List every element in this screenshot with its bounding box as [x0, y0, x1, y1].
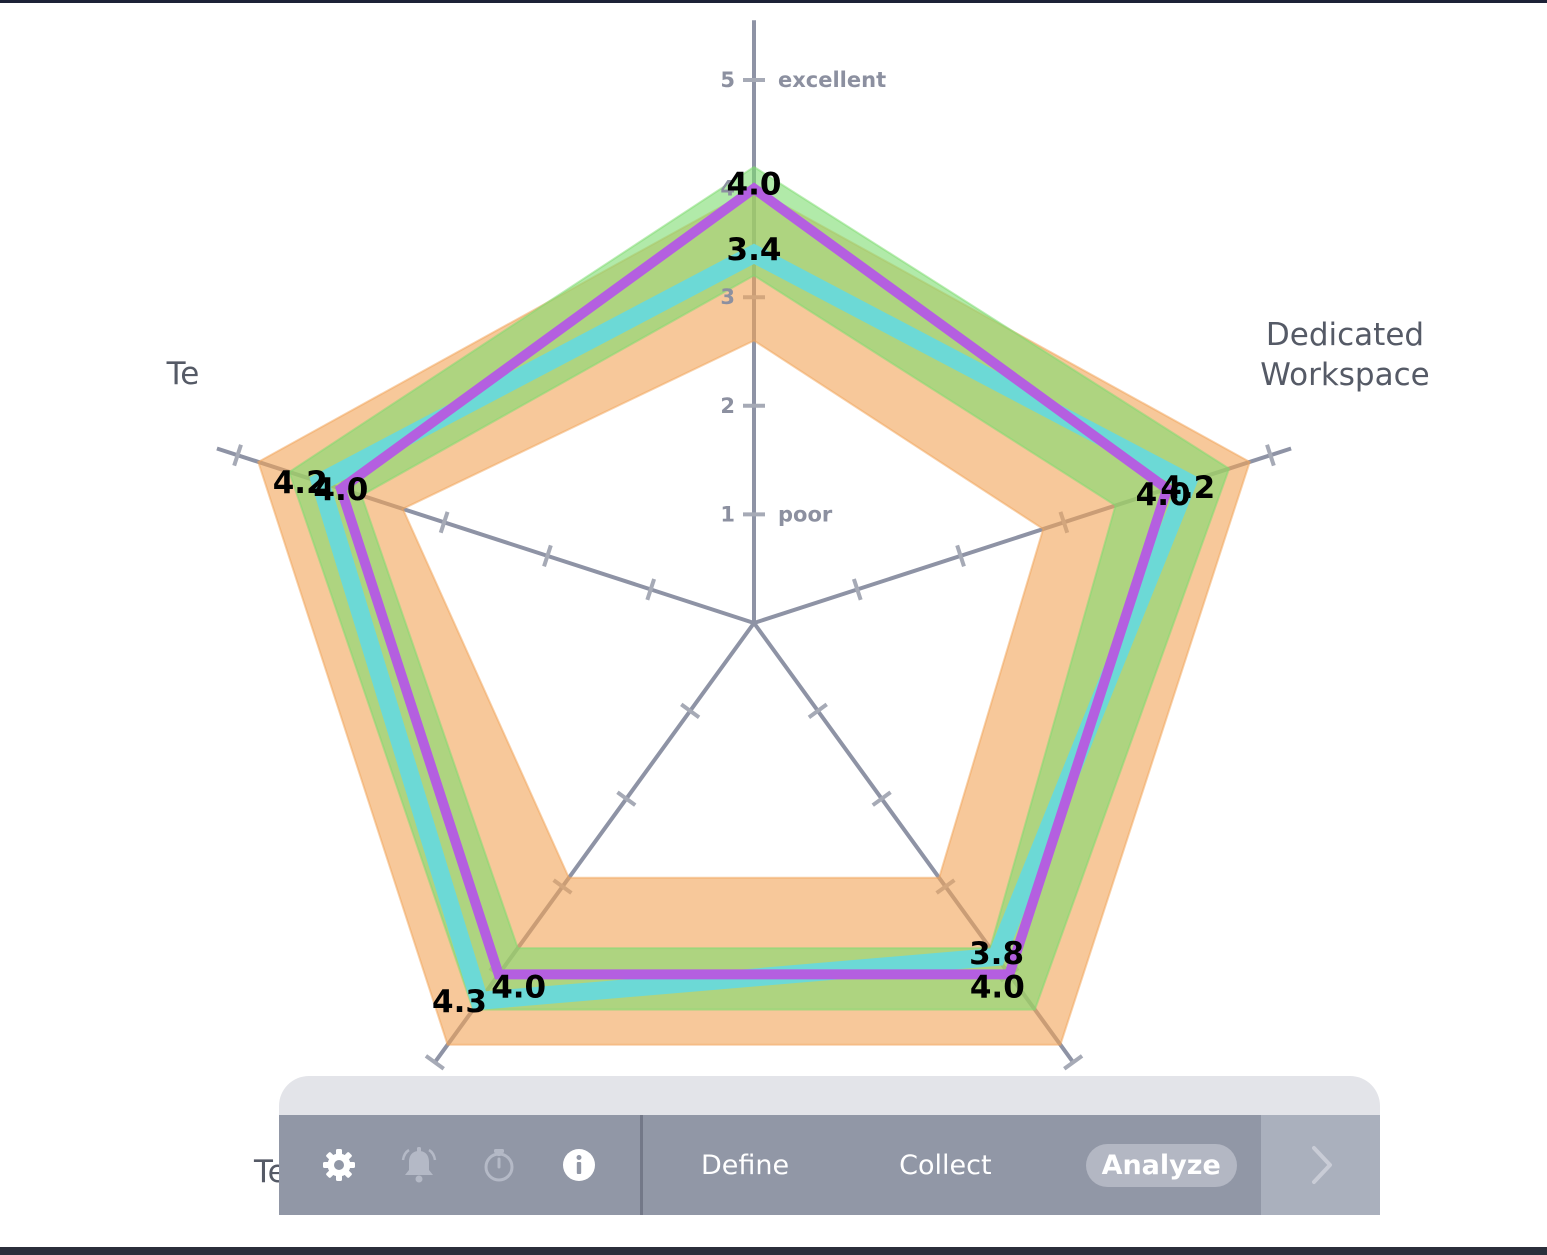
axis-label: Workspace: [1260, 357, 1429, 393]
value-label: 3.4: [727, 232, 782, 268]
radar-chart: 1 poor2345 excellent DedicatedWorkspaceTeT…: [166, 20, 1430, 1190]
axis-label: Te: [166, 356, 200, 392]
tick-descriptor: poor: [778, 502, 833, 526]
axis-tick: [871, 790, 892, 807]
stopwatch-icon[interactable]: [459, 1115, 539, 1215]
workflow-steps: Define Collect Analyze: [643, 1115, 1261, 1215]
value-label: 4.0: [970, 969, 1025, 1005]
step-collect[interactable]: Collect: [883, 1144, 1007, 1187]
gear-icon[interactable]: [299, 1115, 379, 1215]
value-label: 4.0: [313, 472, 368, 508]
value-label: 4.0: [727, 167, 782, 203]
axis-tick: [424, 1054, 445, 1071]
step-define[interactable]: Define: [685, 1144, 805, 1187]
axis-tick: [807, 702, 828, 719]
tick-label: 3: [720, 285, 735, 309]
window-bottom-border: [0, 1247, 1547, 1255]
value-label: 4.3: [432, 984, 487, 1020]
next-button[interactable]: [1261, 1115, 1380, 1215]
info-icon[interactable]: [539, 1115, 619, 1215]
step-analyze[interactable]: Analyze: [1085, 1143, 1237, 1187]
bottom-toolbar: Define Collect Analyze: [279, 1115, 1380, 1215]
tick-label: 2: [720, 394, 735, 418]
axis-tick: [1063, 1054, 1084, 1071]
axis-tick: [616, 790, 637, 807]
value-label: 3.8: [969, 936, 1024, 972]
value-label: 4.0: [1136, 477, 1191, 513]
bell-icon[interactable]: [379, 1115, 459, 1215]
axis-label: Dedicated: [1266, 317, 1424, 353]
axis-tick: [680, 702, 701, 719]
chevron-right-icon: [1311, 1146, 1332, 1184]
tick-descriptor: excellent: [778, 68, 886, 92]
value-label: 4.0: [491, 969, 546, 1005]
tick-label: 1: [720, 502, 735, 526]
toolbar-icon-group: [279, 1115, 640, 1215]
tick-label: 5: [720, 68, 735, 92]
